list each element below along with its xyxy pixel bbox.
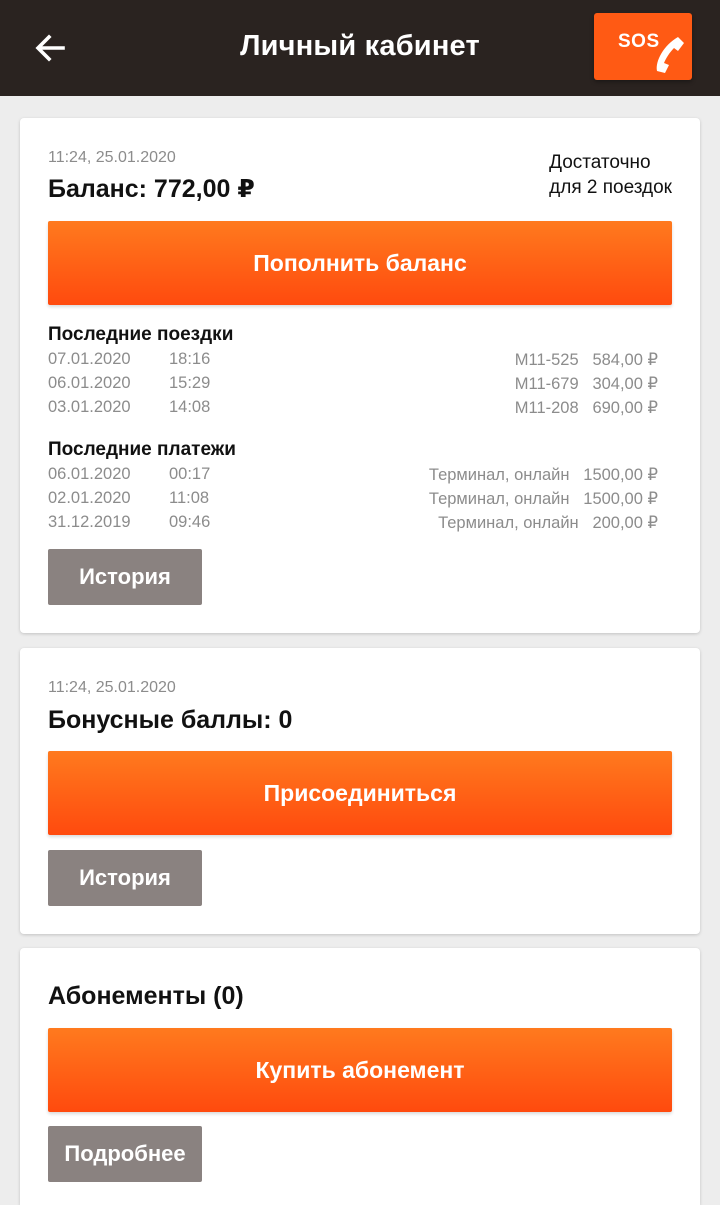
bonus-card: 11:24, 25.01.2020 Бонусные баллы: 0 Прис… xyxy=(20,648,700,934)
trips-enough-note: Достаточно для 2 поездок xyxy=(549,150,672,200)
payment-time: 11:08 xyxy=(169,489,210,507)
trip-time: 18:16 xyxy=(169,350,211,368)
trip-time: 15:29 xyxy=(169,374,211,392)
trip-time: 14:08 xyxy=(169,398,211,416)
trip-amount: 690,00 ₽ xyxy=(592,399,658,417)
top-app-bar: Личный кабинет SOS xyxy=(0,0,720,96)
subscriptions-card: Абонементы (0) Купить абонемент Подробне… xyxy=(20,948,700,1205)
payment-method-amount: Терминал, онлайн 200,00 ₽ xyxy=(438,513,658,533)
payment-date: 02.01.2020 xyxy=(48,489,131,507)
sos-button[interactable]: SOS xyxy=(594,13,692,80)
join-bonus-button[interactable]: Присоединиться xyxy=(48,751,672,835)
phone-icon xyxy=(656,37,684,73)
recent-trips-list: 07.01.2020 18:16 М11-525 584,00 ₽ 06.01.… xyxy=(48,348,658,420)
balance-card: 11:24, 25.01.2020 Баланс: 772,00 ₽ Доста… xyxy=(20,118,700,633)
payment-method: Терминал, онлайн xyxy=(428,490,570,508)
payment-date: 06.01.2020 xyxy=(48,465,131,483)
payment-method: Терминал, онлайн xyxy=(428,466,570,484)
payment-row: 31.12.2019 09:46 Терминал, онлайн 200,00… xyxy=(48,511,658,535)
recent-payments-list: 06.01.2020 00:17 Терминал, онлайн 1500,0… xyxy=(48,463,658,535)
payment-amount: 1500,00 ₽ xyxy=(583,490,658,508)
trip-route-amount: М11-208 690,00 ₽ xyxy=(515,398,658,418)
trip-date: 06.01.2020 xyxy=(48,374,131,392)
trip-row: 06.01.2020 15:29 М11-679 304,00 ₽ xyxy=(48,372,658,396)
recent-payments-title: Последние платежи xyxy=(48,439,236,460)
payment-row: 02.01.2020 11:08 Терминал, онлайн 1500,0… xyxy=(48,487,658,511)
recent-trips-title: Последние поездки xyxy=(48,324,234,345)
payment-method: Терминал, онлайн xyxy=(438,514,579,532)
payment-method-amount: Терминал, онлайн 1500,00 ₽ xyxy=(429,489,658,509)
trip-route-amount: М11-679 304,00 ₽ xyxy=(515,374,658,394)
topup-balance-button[interactable]: Пополнить баланс xyxy=(48,221,672,305)
balance-amount: Баланс: 772,00 ₽ xyxy=(48,175,255,203)
payment-amount: 1500,00 ₽ xyxy=(583,466,658,484)
trip-route: М11-679 xyxy=(514,375,579,393)
payment-time: 09:46 xyxy=(169,513,211,531)
bonus-history-button[interactable]: История xyxy=(48,850,202,906)
balance-history-button[interactable]: История xyxy=(48,549,202,605)
payment-date: 31.12.2019 xyxy=(48,513,131,531)
subscription-details-button[interactable]: Подробнее xyxy=(48,1126,202,1182)
bonus-points-title: Бонусные баллы: 0 xyxy=(48,706,293,734)
trip-date: 03.01.2020 xyxy=(48,398,131,416)
trip-date: 07.01.2020 xyxy=(48,350,131,368)
trip-amount: 584,00 ₽ xyxy=(592,351,658,369)
enough-line-1: Достаточно xyxy=(549,152,651,173)
trip-route: М11-525 xyxy=(514,351,579,369)
payment-row: 06.01.2020 00:17 Терминал, онлайн 1500,0… xyxy=(48,463,658,487)
trip-row: 03.01.2020 14:08 М11-208 690,00 ₽ xyxy=(48,396,658,420)
payment-method-amount: Терминал, онлайн 1500,00 ₽ xyxy=(429,465,658,485)
bonus-timestamp: 11:24, 25.01.2020 xyxy=(48,679,176,696)
payment-amount: 200,00 ₽ xyxy=(592,514,658,532)
trip-amount: 304,00 ₽ xyxy=(592,375,658,393)
trip-route-amount: М11-525 584,00 ₽ xyxy=(515,350,658,370)
buy-subscription-button[interactable]: Купить абонемент xyxy=(48,1028,672,1112)
trip-row: 07.01.2020 18:16 М11-525 584,00 ₽ xyxy=(48,348,658,372)
payment-time: 00:17 xyxy=(169,465,211,483)
trip-route: М11-208 xyxy=(514,399,579,417)
enough-line-2: для 2 поездок xyxy=(549,177,672,198)
balance-timestamp: 11:24, 25.01.2020 xyxy=(48,149,176,166)
subscriptions-title: Абонементы (0) xyxy=(48,982,244,1010)
